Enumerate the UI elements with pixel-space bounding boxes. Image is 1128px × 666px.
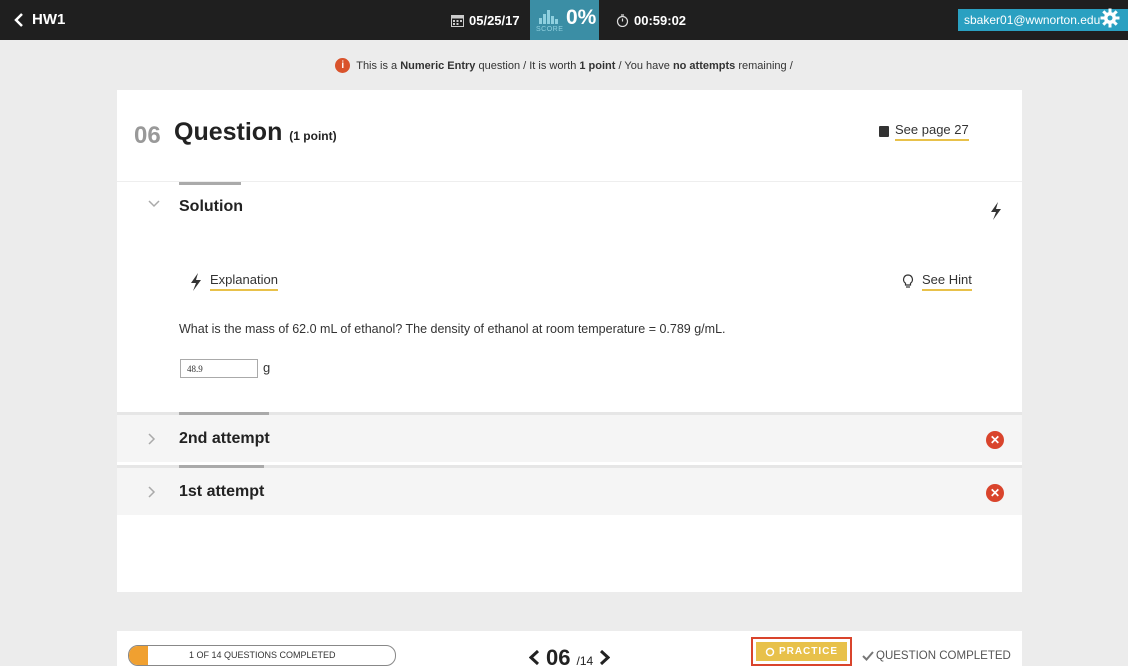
practice-button[interactable]: PRACTICE: [751, 637, 852, 666]
score-value: 0%: [566, 6, 597, 29]
tab-indicator: [179, 412, 269, 415]
assignment-title: HW1: [32, 11, 66, 28]
chevron-right-icon: [600, 649, 611, 666]
see-hint-link[interactable]: See Hint: [902, 272, 972, 291]
solution-title[interactable]: Solution: [179, 198, 243, 216]
score-label: SCORE: [536, 26, 564, 33]
question-info-line: i This is a Numeric Entry question / It …: [0, 58, 1128, 73]
question-completed-status: QUESTION COMPLETED: [862, 650, 1011, 662]
solution-section: Solution Explanation See Hint What is th…: [117, 182, 1022, 412]
see-page-link[interactable]: See page 27: [879, 122, 969, 141]
next-question-button[interactable]: [599, 648, 611, 666]
info-icon: i: [335, 58, 351, 73]
back-button[interactable]: HW1: [14, 11, 65, 28]
question-text: What is the mass of 62.0 mL of ethanol? …: [179, 322, 726, 336]
see-hint-label: See Hint: [922, 272, 972, 291]
lightning-icon: [191, 272, 201, 291]
total-questions: /14: [576, 654, 594, 666]
attempt-label: 1st attempt: [179, 483, 265, 500]
tab-indicator: [179, 182, 241, 185]
explanation-label: Explanation: [210, 272, 278, 291]
date-text: 05/25/17: [469, 13, 520, 28]
info-text: This is a Numeric Entry question / It is…: [356, 59, 793, 72]
attempt-label: 2nd attempt: [179, 430, 270, 447]
refresh-icon: [765, 647, 775, 656]
explanation-link[interactable]: Explanation: [190, 272, 278, 291]
completed-label: QUESTION COMPLETED: [876, 650, 1011, 662]
top-bar: HW1 05/25/17 SCORE 0% 00:59:02 sbaker01@…: [0, 0, 1128, 40]
incorrect-icon: ✕: [986, 431, 1004, 449]
question-card: 06 Question (1 point) See page 27 Soluti…: [117, 90, 1022, 592]
previous-question-button[interactable]: [528, 648, 540, 666]
lightning-icon[interactable]: [990, 202, 1002, 220]
bar-chart-icon: [539, 10, 558, 24]
lightbulb-icon: [902, 274, 914, 288]
chevron-down-icon[interactable]: [148, 196, 160, 211]
progress-fill: [129, 646, 148, 665]
see-page-label: See page 27: [895, 122, 969, 141]
chevron-left-icon: [14, 12, 23, 27]
incorrect-icon: ✕: [986, 484, 1004, 502]
progress-bar: 1 OF 14 QUESTIONS COMPLETED: [128, 645, 396, 666]
question-number: 06: [134, 122, 161, 149]
book-icon: [879, 126, 889, 137]
question-title: Question (1 point): [174, 118, 337, 146]
checkmark-icon: [862, 651, 874, 661]
question-header: 06 Question (1 point) See page 27: [117, 90, 1022, 182]
attempt-row[interactable]: 2nd attempt ✕: [117, 412, 1022, 462]
answer-unit: g: [263, 360, 271, 375]
timer: 00:59:02: [616, 13, 686, 28]
question-pager: 06/14: [528, 645, 611, 666]
practice-button-inner: PRACTICE: [756, 642, 847, 661]
stopwatch-icon: [616, 14, 629, 27]
attempt-row[interactable]: 1st attempt ✕: [117, 465, 1022, 515]
progress-label: 1 OF 14 QUESTIONS COMPLETED: [189, 650, 336, 660]
question-points: (1 point): [289, 129, 337, 143]
score-box: SCORE 0%: [530, 0, 599, 40]
current-question-number: 06: [546, 645, 571, 666]
tab-indicator: [179, 465, 264, 468]
gear-icon[interactable]: [1100, 8, 1120, 28]
chevron-left-icon: [528, 649, 540, 666]
due-date: 05/25/17: [451, 13, 520, 28]
timer-text: 00:59:02: [634, 13, 687, 28]
answer-input[interactable]: 48.9: [180, 359, 258, 378]
chevron-right-icon[interactable]: [148, 486, 156, 501]
calendar-icon: [451, 15, 464, 27]
chevron-right-icon[interactable]: [148, 433, 156, 448]
footer-bar: 1 OF 14 QUESTIONS COMPLETED 06/14 PRACTI…: [117, 631, 1022, 666]
practice-label: PRACTICE: [778, 646, 839, 657]
